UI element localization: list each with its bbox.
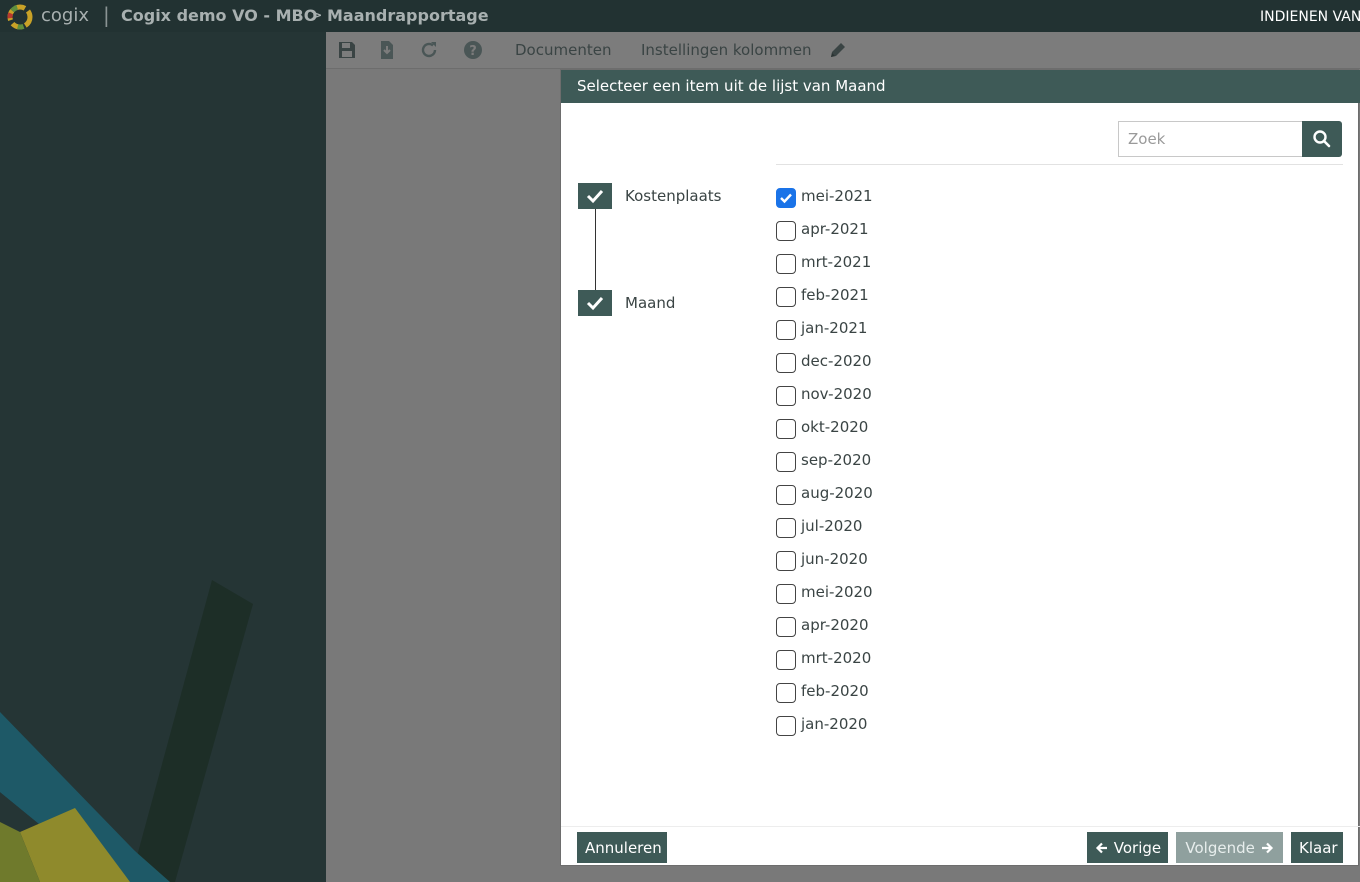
month-label: jan-2021: [801, 319, 868, 337]
month-checkbox[interactable]: [776, 287, 796, 307]
dialog-title: Selecteer een item uit de lijst van Maan…: [577, 77, 886, 95]
month-label: apr-2020: [801, 616, 869, 634]
month-label: aug-2020: [801, 484, 873, 502]
help-icon[interactable]: ?: [463, 40, 483, 60]
month-label: nov-2020: [801, 385, 872, 403]
cogix-logo-icon[interactable]: [7, 4, 33, 30]
column-settings-menu[interactable]: Instellingen kolommen: [641, 41, 812, 59]
month-label: okt-2020: [801, 418, 869, 436]
pencil-icon[interactable]: [828, 40, 848, 60]
breadcrumb-separator: >: [310, 6, 323, 24]
month-checkbox[interactable]: [776, 419, 796, 439]
month-label: feb-2020: [801, 682, 869, 700]
arrow-left-icon: [1095, 842, 1107, 853]
dialog-header: Selecteer een item uit de lijst van Maan…: [561, 70, 1360, 103]
search-divider: [776, 164, 1343, 165]
level-label: Kostenplaats: [625, 187, 722, 205]
cancel-button[interactable]: Annuleren: [577, 832, 667, 863]
month-label: jun-2020: [801, 550, 868, 568]
checkmark-icon: [779, 193, 792, 203]
top-bar: cogix | Cogix demo VO - MBO > Maandrappo…: [0, 0, 1360, 32]
brand-name[interactable]: cogix: [41, 5, 89, 26]
next-label: Volgende: [1185, 838, 1255, 857]
select-item-dialog: Selecteer een item uit de lijst van Maan…: [560, 69, 1360, 866]
next-button[interactable]: Volgende: [1176, 832, 1283, 863]
month-checkbox[interactable]: [776, 650, 796, 670]
brand-separator: |: [103, 3, 110, 27]
level-connector: [595, 209, 596, 290]
checkmark-icon: [586, 296, 604, 311]
month-label: jul-2020: [801, 517, 863, 535]
month-checkbox[interactable]: [776, 221, 796, 241]
footer-divider: [561, 826, 1360, 827]
month-label: apr-2021: [801, 220, 869, 238]
month-checkbox[interactable]: [776, 452, 796, 472]
submit-menu[interactable]: INDIENEN VAN: [1260, 9, 1360, 25]
decorative-shapes: [0, 580, 253, 882]
month-checkbox[interactable]: [776, 584, 796, 604]
download-icon[interactable]: [377, 40, 397, 60]
month-checkbox[interactable]: [776, 518, 796, 538]
month-checkbox[interactable]: [776, 188, 796, 208]
documents-menu[interactable]: Documenten: [515, 41, 611, 59]
breadcrumb-page[interactable]: Maandrapportage: [327, 6, 489, 25]
month-label: jan-2020: [801, 715, 868, 733]
month-checkbox[interactable]: [776, 683, 796, 703]
checkmark-icon: [586, 189, 604, 204]
search-button[interactable]: [1302, 121, 1342, 157]
level-checkbox[interactable]: [578, 290, 612, 316]
previous-button[interactable]: Vorige: [1087, 832, 1168, 863]
month-checkbox[interactable]: [776, 485, 796, 505]
month-label: feb-2021: [801, 286, 869, 304]
arrow-right-icon: [1261, 842, 1273, 853]
month-label: mrt-2021: [801, 253, 872, 271]
done-button[interactable]: Klaar: [1291, 832, 1343, 863]
month-label: mei-2021: [801, 187, 873, 205]
month-checkbox[interactable]: [776, 617, 796, 637]
month-label: dec-2020: [801, 352, 872, 370]
month-checkbox[interactable]: [776, 716, 796, 736]
month-checkbox[interactable]: [776, 386, 796, 406]
search-input[interactable]: [1118, 121, 1304, 157]
save-icon[interactable]: [337, 40, 357, 60]
toolbar: ? Documenten Instellingen kolommen: [326, 32, 1360, 69]
month-label: mei-2020: [801, 583, 873, 601]
search-icon: [1313, 130, 1331, 148]
month-label: mrt-2020: [801, 649, 872, 667]
refresh-icon[interactable]: [419, 40, 439, 60]
month-checkbox[interactable]: [776, 353, 796, 373]
level-label: Maand: [625, 294, 676, 312]
month-checkbox[interactable]: [776, 254, 796, 274]
month-checkbox[interactable]: [776, 551, 796, 571]
month-label: sep-2020: [801, 451, 872, 469]
breadcrumb-project[interactable]: Cogix demo VO - MBO: [121, 6, 317, 25]
month-checkbox[interactable]: [776, 320, 796, 340]
left-background: [0, 32, 326, 882]
svg-text:?: ?: [469, 44, 477, 59]
previous-label: Vorige: [1113, 838, 1162, 857]
level-checkbox[interactable]: [578, 183, 612, 209]
